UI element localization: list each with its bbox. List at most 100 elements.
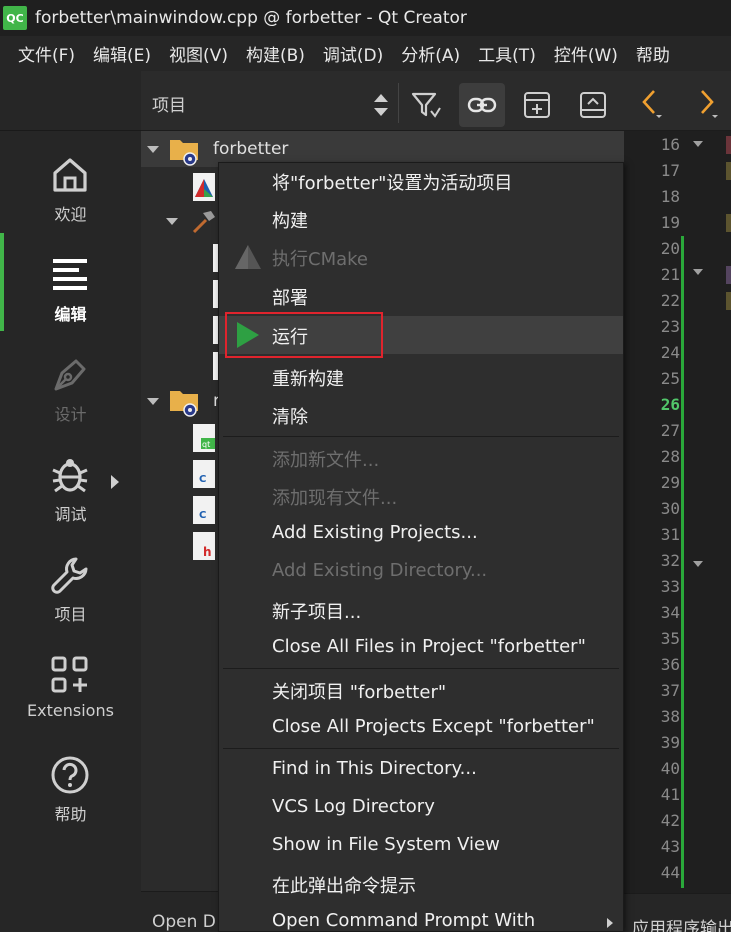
menu-item-vcs-log[interactable]: VCS Log Directory <box>219 790 623 826</box>
line-number: 16 <box>660 135 680 154</box>
menu-item-label: 添加新文件... <box>272 450 380 471</box>
menu-item-open-command-prompt-with[interactable]: Open Command Prompt With <box>219 904 623 931</box>
line-number: 19 <box>660 213 680 232</box>
menu-item-add-existing-projects[interactable]: Add Existing Projects... <box>219 516 623 552</box>
line-number: 18 <box>660 187 680 206</box>
link-icon[interactable] <box>459 83 505 127</box>
view-selector-label[interactable]: 项目 <box>152 91 186 116</box>
cpp-file-icon[interactable]: C <box>193 496 215 524</box>
menu-build[interactable]: 构建(B) <box>228 41 305 66</box>
menu-item-set-active-project[interactable]: 将"forbetter"设置为活动项目 <box>219 163 623 199</box>
output-panel-header[interactable]: 应用程序输出 <box>624 893 731 932</box>
line-number: 20 <box>660 239 680 258</box>
line-number: 43 <box>660 837 680 856</box>
sort-updown-icon[interactable] <box>359 83 403 127</box>
menu-item-close-all-files[interactable]: Close All Files in Project "forbetter" <box>219 630 623 666</box>
cmake-file-icon <box>193 173 215 201</box>
mode-projects[interactable]: 项目 <box>0 531 141 627</box>
mode-debug-expand-icon[interactable] <box>111 475 119 489</box>
line-number: 42 <box>660 811 680 830</box>
back-arrow-icon[interactable] <box>638 87 664 125</box>
bug-icon <box>48 453 92 497</box>
project-folder-icon <box>169 387 203 421</box>
line-number: 29 <box>660 473 680 492</box>
mode-design: 设计 <box>0 331 141 427</box>
mode-welcome[interactable]: 欢迎 <box>0 131 141 227</box>
menu-item-label: 在此弹出命令提示 <box>272 876 416 897</box>
fold-arrow-icon[interactable] <box>693 141 703 147</box>
pen-nib-icon <box>48 353 92 397</box>
menu-view[interactable]: 视图(V) <box>151 41 228 66</box>
code-snippet <box>726 136 731 154</box>
window-title: forbetter\mainwindow.cpp @ forbetter - Q… <box>35 8 467 28</box>
line-number: 30 <box>660 499 680 518</box>
menu-help[interactable]: 帮助 <box>618 41 670 66</box>
line-number: 25 <box>660 369 680 388</box>
mode-help[interactable]: 帮助 <box>0 731 141 827</box>
menu-widgets[interactable]: 控件(W) <box>536 41 618 66</box>
menu-item-clean[interactable]: 清除 <box>219 397 623 433</box>
menu-item-label: 执行CMake <box>272 249 368 270</box>
mode-edit[interactable]: 编辑 <box>0 231 141 327</box>
project-context-menu: 将"forbetter"设置为活动项目 构建 执行CMake 部署 运行 重新构… <box>218 162 624 932</box>
svg-text:h: h <box>203 545 212 559</box>
mode-label: 帮助 <box>54 805 87 824</box>
mode-extensions[interactable]: Extensions <box>0 631 141 727</box>
line-number: 28 <box>660 447 680 466</box>
line-number: 26 <box>660 395 680 414</box>
menu-item-find-in-directory[interactable]: Find in This Directory... <box>219 752 623 788</box>
menu-edit[interactable]: 编辑(E) <box>75 41 151 66</box>
menu-item-rebuild[interactable]: 重新构建 <box>219 359 623 395</box>
menu-item-add-new-file: 添加新文件... <box>219 440 623 476</box>
toolbar-divider <box>398 83 399 123</box>
menu-file[interactable]: 文件(F) <box>0 41 75 66</box>
collapse-split-icon[interactable] <box>570 83 616 127</box>
application-output-label: 应用程序输出 <box>632 919 731 932</box>
menu-item-close-all-except[interactable]: Close All Projects Except "forbetter" <box>219 710 623 746</box>
line-number: 24 <box>660 343 680 362</box>
forward-arrow-icon[interactable] <box>694 87 720 125</box>
submenu-arrow-icon <box>607 918 613 928</box>
line-number: 34 <box>660 603 680 622</box>
menu-item-show-in-filesystem[interactable]: Show in File System View <box>219 828 623 864</box>
mode-bar: 欢迎 编辑 设计 调试 项目 Extensions 帮助 <box>0 131 141 932</box>
expand-arrow-icon[interactable] <box>147 398 159 405</box>
add-split-icon[interactable] <box>514 83 560 127</box>
menu-item-label: 添加现有文件... <box>272 488 398 509</box>
open-documents-label: Open D <box>152 912 216 932</box>
menu-item-new-subproject[interactable]: 新子项目... <box>219 592 623 628</box>
menu-debug[interactable]: 调试(D) <box>305 41 383 66</box>
line-number: 39 <box>660 733 680 752</box>
menu-item-add-existing-files: 添加现有文件... <box>219 478 623 514</box>
header-file-icon[interactable]: h <box>193 532 215 560</box>
menu-tools[interactable]: 工具(T) <box>460 41 536 66</box>
menu-item-label: 将"forbetter"设置为活动项目 <box>272 173 513 194</box>
menu-analyze[interactable]: 分析(A) <box>383 41 460 66</box>
modebar-header <box>0 71 141 131</box>
code-snippet <box>726 292 731 310</box>
menu-item-open-command-prompt[interactable]: 在此弹出命令提示 <box>219 866 623 902</box>
cpp-file-icon[interactable]: C <box>193 460 215 488</box>
menu-separator <box>223 668 619 669</box>
menu-item-deploy[interactable]: 部署 <box>219 278 623 314</box>
menu-item-label: Open Command Prompt With <box>272 910 536 931</box>
mode-debug[interactable]: 调试 <box>0 431 141 527</box>
line-number: 40 <box>660 759 680 778</box>
line-number: 31 <box>660 525 680 544</box>
svg-text:C: C <box>199 474 206 485</box>
fold-arrow-icon[interactable] <box>693 269 703 275</box>
filter-icon[interactable] <box>403 83 449 127</box>
menu-item-label: Close All Projects Except "forbetter" <box>272 716 595 737</box>
code-snippet <box>726 214 731 232</box>
menu-separator <box>223 748 619 749</box>
expand-arrow-icon[interactable] <box>166 218 178 225</box>
menu-item-build[interactable]: 构建 <box>219 201 623 237</box>
qt-ui-file-icon[interactable]: qt <box>193 424 215 452</box>
menu-item-run-cmake: 执行CMake <box>219 239 623 275</box>
line-number: 44 <box>660 863 680 882</box>
mode-label: 欢迎 <box>54 205 87 224</box>
fold-arrow-icon[interactable] <box>693 561 703 567</box>
menu-item-close-project[interactable]: 关闭项目 "forbetter" <box>219 672 623 708</box>
expand-arrow-icon[interactable] <box>147 146 159 153</box>
line-number: 36 <box>660 655 680 674</box>
